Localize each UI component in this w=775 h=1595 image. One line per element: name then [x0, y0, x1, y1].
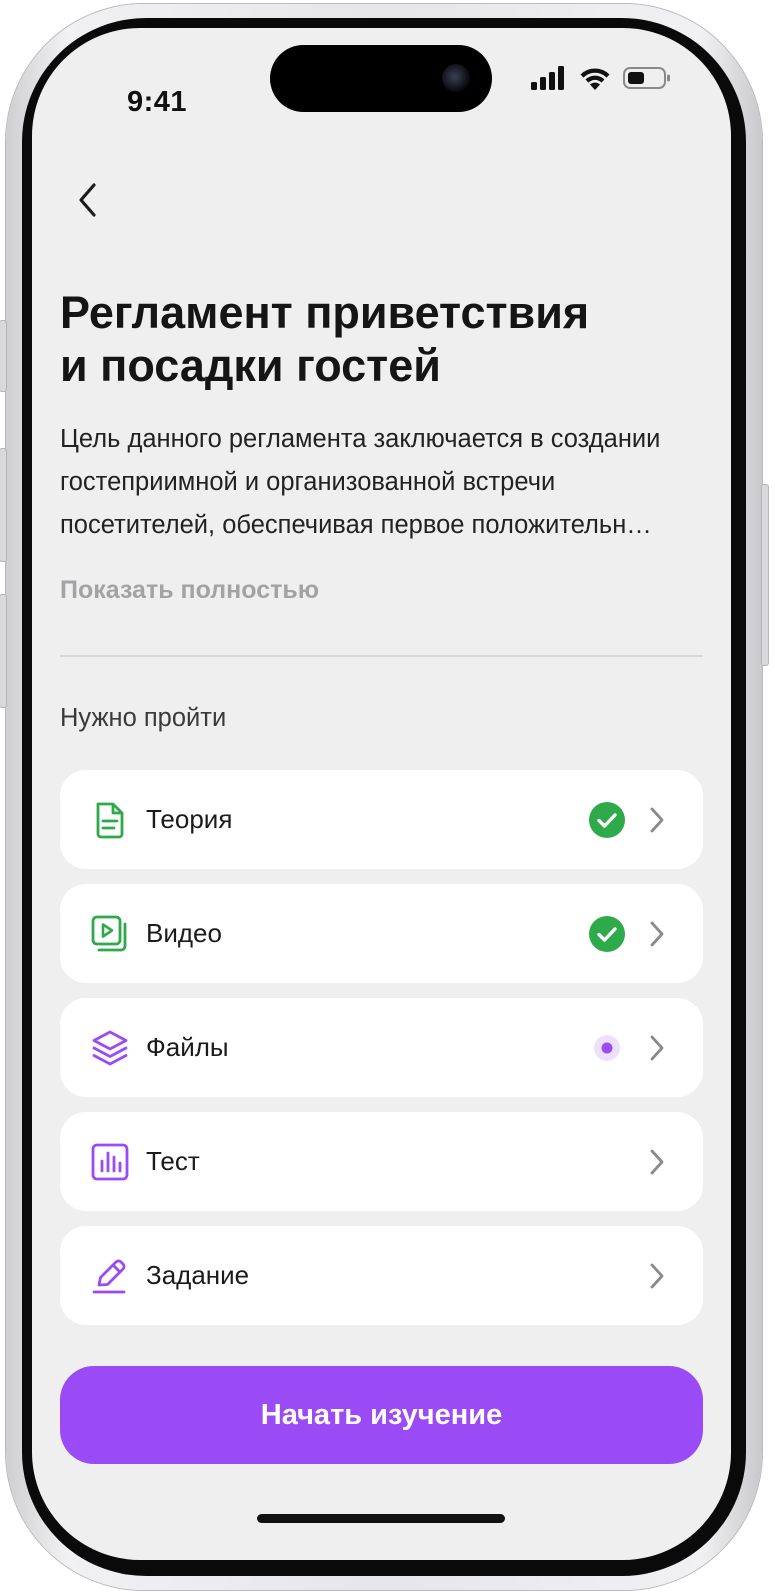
chart-icon	[91, 1143, 129, 1181]
check-circle-icon	[589, 916, 625, 952]
list-item-test[interactable]: Тест	[60, 1112, 703, 1211]
chevron-right-icon	[650, 1149, 664, 1175]
volume-up-button	[0, 448, 7, 562]
check-circle-icon	[589, 802, 625, 838]
page-title: Регламент приветствия и посадки гостей	[60, 286, 700, 392]
chevron-right-icon	[650, 921, 664, 947]
pencil-icon	[92, 1259, 126, 1294]
status-icons	[531, 66, 671, 90]
page-description: Цель данного регламента заключается в со…	[60, 425, 661, 539]
chevron-right-icon	[650, 1263, 664, 1289]
show-more-link[interactable]: Показать полностью	[60, 576, 319, 605]
dynamic-island	[270, 45, 492, 112]
divider	[60, 655, 703, 657]
app-screen: 9:41 Регламент приветствия и посадки гос…	[32, 28, 731, 1560]
list-item-task[interactable]: Задание	[60, 1226, 703, 1325]
power-button	[761, 484, 769, 666]
document-icon	[96, 802, 124, 839]
layers-icon	[92, 1030, 128, 1066]
battery-icon	[623, 67, 670, 89]
chevron-right-icon	[650, 1035, 664, 1061]
back-button[interactable]	[72, 178, 112, 222]
list-item-label: Файлы	[146, 1032, 229, 1062]
video-icon	[91, 915, 127, 952]
in-progress-dot-icon	[594, 1035, 620, 1061]
wifi-icon	[580, 68, 610, 90]
section-title: Нужно пройти	[60, 704, 227, 732]
home-indicator[interactable]	[257, 1514, 505, 1523]
list-item-label: Задание	[146, 1260, 250, 1290]
camera-icon	[442, 64, 470, 92]
list-item-theory[interactable]: Теория	[60, 770, 703, 869]
list-item-label: Тест	[146, 1146, 200, 1176]
start-learning-button[interactable]: Начать изучение	[60, 1366, 703, 1464]
list-item-files[interactable]: Файлы	[60, 998, 703, 1097]
status-time: 9:41	[127, 86, 188, 118]
signal-icon	[531, 66, 564, 90]
page-title-line-1: Регламент приветствия	[60, 287, 590, 338]
list-item-label: Видео	[146, 918, 222, 948]
chevron-left-icon	[79, 183, 96, 217]
list-item-video[interactable]: Видео	[60, 884, 703, 983]
list-item-label: Теория	[146, 804, 233, 834]
volume-down-button	[0, 594, 7, 708]
chevron-right-icon	[650, 807, 664, 833]
action-button	[0, 320, 7, 392]
page-title-line-2: и посадки гостей	[60, 340, 441, 391]
